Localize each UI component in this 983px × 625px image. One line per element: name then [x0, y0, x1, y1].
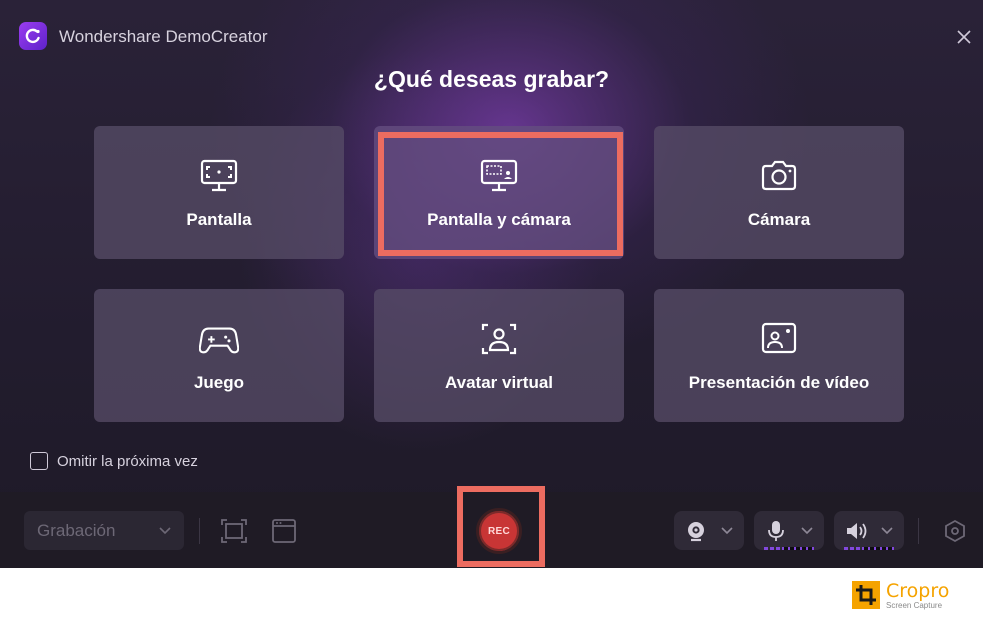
- chevron-down-icon: [159, 527, 171, 535]
- page-heading: ¿Qué deseas grabar?: [373, 66, 610, 92]
- settings-button[interactable]: [940, 516, 970, 546]
- option-label: Presentación de vídeo: [688, 373, 870, 392]
- region-capture-button[interactable]: [219, 516, 249, 546]
- avatar-icon: [479, 319, 519, 359]
- divider: [918, 518, 919, 544]
- democreator-logo-icon: [19, 22, 47, 50]
- skip-next-time-checkbox[interactable]: Omitir la próxima vez: [30, 452, 198, 470]
- close-button[interactable]: [952, 25, 976, 49]
- option-pantalla-y-camara[interactable]: Pantalla y cámara: [374, 126, 624, 259]
- option-label: Cámara: [747, 210, 811, 229]
- chevron-down-icon: [801, 527, 813, 535]
- chevron-down-icon: [721, 527, 733, 535]
- recording-toolbar: Grabación REC: [0, 486, 983, 568]
- checkbox[interactable]: [30, 452, 48, 470]
- brand-tagline: Screen Capture: [886, 601, 943, 610]
- window-icon: [272, 519, 296, 543]
- cropro-watermark: Cropro Screen Capture: [852, 578, 962, 614]
- webcam-device-button[interactable]: [674, 511, 744, 550]
- close-icon: [957, 30, 971, 44]
- democreator-window: Wondershare DemoCreator ¿Qué deseas grab…: [0, 0, 983, 568]
- option-juego[interactable]: Juego: [94, 289, 344, 422]
- app-title: Wondershare DemoCreator: [59, 27, 268, 46]
- option-label: Avatar virtual: [444, 373, 554, 392]
- recording-mode-value: Grabación: [37, 520, 116, 540]
- option-label: Juego: [193, 373, 245, 392]
- brand-name: Cropro: [886, 580, 950, 602]
- speaker-icon: [847, 522, 867, 539]
- rec-button[interactable]: REC: [476, 508, 522, 554]
- window-capture-button[interactable]: [269, 516, 299, 546]
- option-label: Pantalla y cámara: [427, 210, 571, 229]
- divider: [199, 518, 200, 544]
- screen-camera-icon: [479, 156, 519, 196]
- settings-hexagon-icon: [945, 519, 965, 543]
- chevron-down-icon: [881, 527, 893, 535]
- crop-icon: [852, 581, 880, 609]
- webcam-icon: [688, 521, 704, 541]
- microphone-device-button[interactable]: [754, 511, 824, 550]
- recording-mode-select[interactable]: Grabación: [24, 511, 184, 550]
- option-pantalla[interactable]: Pantalla: [94, 126, 344, 259]
- option-avatar-virtual[interactable]: Avatar virtual: [374, 289, 624, 422]
- video-presentation-icon: [759, 319, 799, 359]
- skip-next-time-label: Omitir la próxima vez: [57, 452, 198, 470]
- gamepad-icon: [199, 319, 239, 359]
- rec-label: REC: [487, 525, 510, 537]
- camera-icon: [759, 156, 799, 196]
- speaker-device-button[interactable]: [834, 511, 904, 550]
- title-bar: Wondershare DemoCreator: [0, 0, 983, 72]
- region-select-icon: [221, 519, 247, 543]
- microphone-icon: [768, 520, 784, 541]
- screen-capture-icon: [199, 156, 239, 196]
- mic-level-meter: [764, 547, 814, 550]
- option-label: Pantalla: [186, 210, 252, 229]
- option-presentacion-de-video[interactable]: Presentación de vídeo: [654, 289, 904, 422]
- option-camara[interactable]: Cámara: [654, 126, 904, 259]
- speaker-level-meter: [844, 547, 894, 550]
